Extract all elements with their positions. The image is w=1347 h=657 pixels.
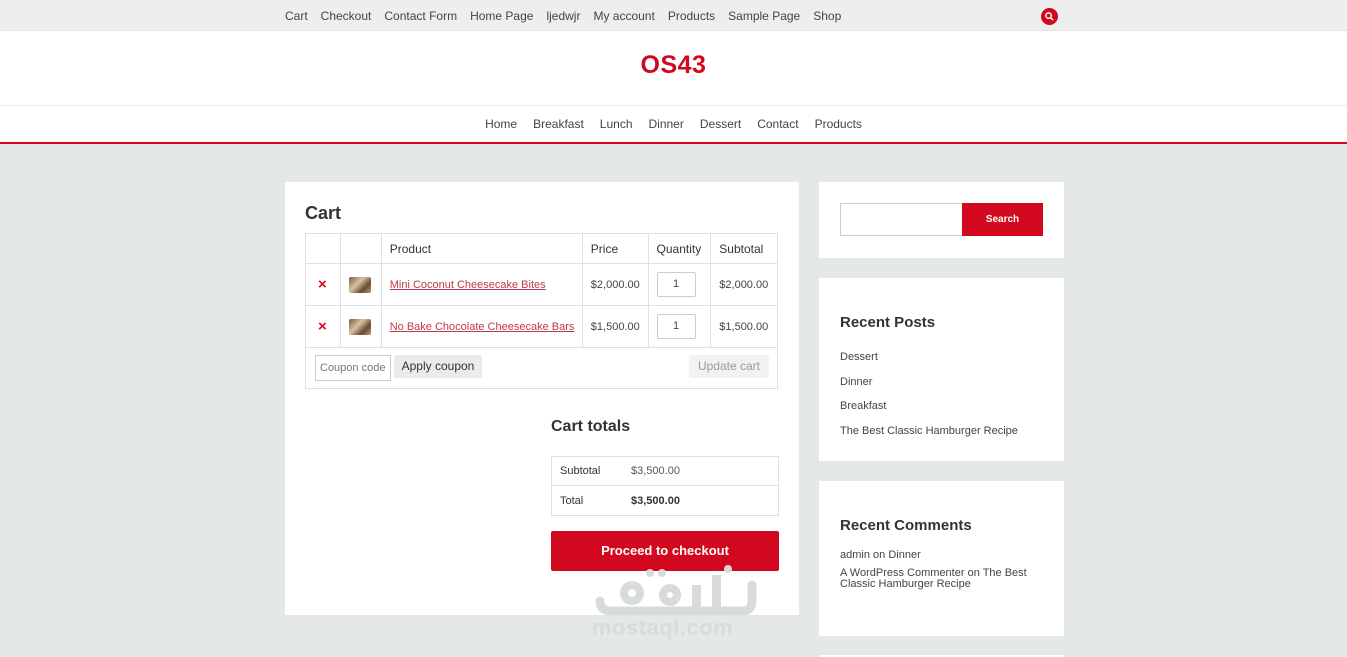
- top-link-cart[interactable]: Cart: [285, 9, 308, 23]
- top-link-sample-page[interactable]: Sample Page: [728, 9, 800, 23]
- recent-posts-widget: Recent Posts Dessert Dinner Breakfast Th…: [819, 278, 1064, 461]
- product-subtotal: $1,500.00: [719, 320, 769, 333]
- nav-contact[interactable]: Contact: [757, 117, 798, 131]
- total-value: $3,500.00: [631, 494, 680, 507]
- col-quantity: Quantity: [649, 234, 712, 263]
- sidebar-search-button[interactable]: Search: [962, 203, 1043, 236]
- search-widget: Search: [819, 182, 1064, 258]
- nav-home[interactable]: Home: [485, 117, 517, 131]
- site-header: OS43: [0, 31, 1347, 105]
- top-links: Cart Checkout Contact Form Home Page lje…: [285, 0, 854, 31]
- recent-posts-title: Recent Posts: [840, 314, 936, 331]
- list-item[interactable]: Dinner: [840, 376, 1018, 401]
- product-link[interactable]: No Bake Chocolate Cheesecake Bars: [390, 321, 575, 333]
- recent-comments-title: Recent Comments: [840, 517, 972, 534]
- top-link-ljedwjr[interactable]: ljedwjr: [546, 9, 580, 23]
- table-row: × Mini Coconut Cheesecake Bites $2,000.0…: [306, 264, 777, 306]
- page-title: Cart: [305, 203, 342, 223]
- comment-post-link[interactable]: Dinner: [888, 549, 920, 561]
- total-label: Total: [560, 494, 584, 507]
- product-price: $1,500.00: [583, 306, 649, 347]
- list-item[interactable]: The Best Classic Hamburger Recipe: [840, 425, 1018, 450]
- col-price: Price: [583, 234, 649, 263]
- cart-card: Cart Product Price Quantity Subtotal × M…: [285, 182, 799, 615]
- subtotal-label: Subtotal: [560, 465, 601, 477]
- list-item[interactable]: Dessert: [840, 351, 1018, 376]
- product-subtotal: $2,000.00: [719, 278, 769, 291]
- col-subtotal: Subtotal: [719, 241, 764, 256]
- cart-totals-table: Subtotal $3,500.00 Total $3,500.00: [551, 456, 779, 516]
- list-item: admin on Dinner: [840, 550, 1045, 561]
- top-bar: Cart Checkout Contact Form Home Page lje…: [0, 0, 1347, 31]
- nav-products[interactable]: Products: [815, 117, 862, 131]
- col-thumbnail: [341, 234, 382, 263]
- watermark-text: mostaql.com: [592, 615, 734, 640]
- product-thumbnail[interactable]: [348, 318, 371, 335]
- product-price: $2,000.00: [583, 264, 649, 305]
- search-icon[interactable]: [1041, 8, 1058, 25]
- remove-icon[interactable]: ×: [314, 276, 327, 293]
- product-link[interactable]: Mini Coconut Cheesecake Bites: [390, 279, 546, 291]
- apply-coupon-button[interactable]: Apply coupon: [394, 355, 482, 378]
- recent-comments-widget: Recent Comments admin on Dinner A WordPr…: [819, 481, 1064, 636]
- list-item[interactable]: Breakfast: [840, 400, 1018, 425]
- top-link-products[interactable]: Products: [668, 9, 715, 23]
- cart-table: Product Price Quantity Subtotal × Mini C…: [305, 233, 778, 389]
- quantity-input[interactable]: 1: [656, 272, 696, 297]
- comment-author[interactable]: admin: [840, 549, 870, 561]
- nav-lunch[interactable]: Lunch: [600, 117, 633, 131]
- top-link-home-page[interactable]: Home Page: [470, 9, 533, 23]
- update-cart-button[interactable]: Update cart: [689, 355, 769, 378]
- site-title[interactable]: OS43: [0, 51, 1347, 80]
- cart-totals-title: Cart totals: [551, 418, 631, 435]
- main-nav: Home Breakfast Lunch Dinner Dessert Cont…: [0, 105, 1347, 144]
- comment-on: on: [873, 549, 886, 561]
- nav-dinner[interactable]: Dinner: [649, 117, 684, 131]
- col-remove: [306, 234, 341, 263]
- recent-posts-list: Dessert Dinner Breakfast The Best Classi…: [840, 351, 1018, 449]
- proceed-to-checkout-button[interactable]: Proceed to checkout: [551, 531, 779, 571]
- list-item: A WordPress Commenter on The Best Classi…: [840, 568, 1045, 590]
- nav-breakfast[interactable]: Breakfast: [533, 117, 584, 131]
- product-thumbnail[interactable]: [348, 276, 371, 293]
- quantity-input[interactable]: 1: [656, 314, 696, 339]
- nav-dessert[interactable]: Dessert: [700, 117, 741, 131]
- totals-row-subtotal: Subtotal $3,500.00: [552, 457, 778, 486]
- cart-table-header: Product Price Quantity Subtotal: [306, 234, 777, 264]
- recent-comments-list: admin on Dinner A WordPress Commenter on…: [840, 550, 1045, 597]
- totals-row-total: Total $3,500.00: [552, 486, 778, 515]
- remove-icon[interactable]: ×: [314, 318, 327, 335]
- subtotal-value: $3,500.00: [631, 465, 680, 477]
- top-link-shop[interactable]: Shop: [813, 9, 841, 23]
- top-link-my-account[interactable]: My account: [593, 9, 654, 23]
- col-product: Product: [382, 234, 583, 263]
- top-link-checkout[interactable]: Checkout: [321, 9, 372, 23]
- top-link-contact-form[interactable]: Contact Form: [384, 9, 457, 23]
- cart-actions: Coupon code Apply coupon Update cart: [306, 348, 777, 388]
- sidebar-search-input[interactable]: [840, 203, 962, 236]
- coupon-input[interactable]: Coupon code: [315, 355, 391, 381]
- table-row: × No Bake Chocolate Cheesecake Bars $1,5…: [306, 306, 777, 348]
